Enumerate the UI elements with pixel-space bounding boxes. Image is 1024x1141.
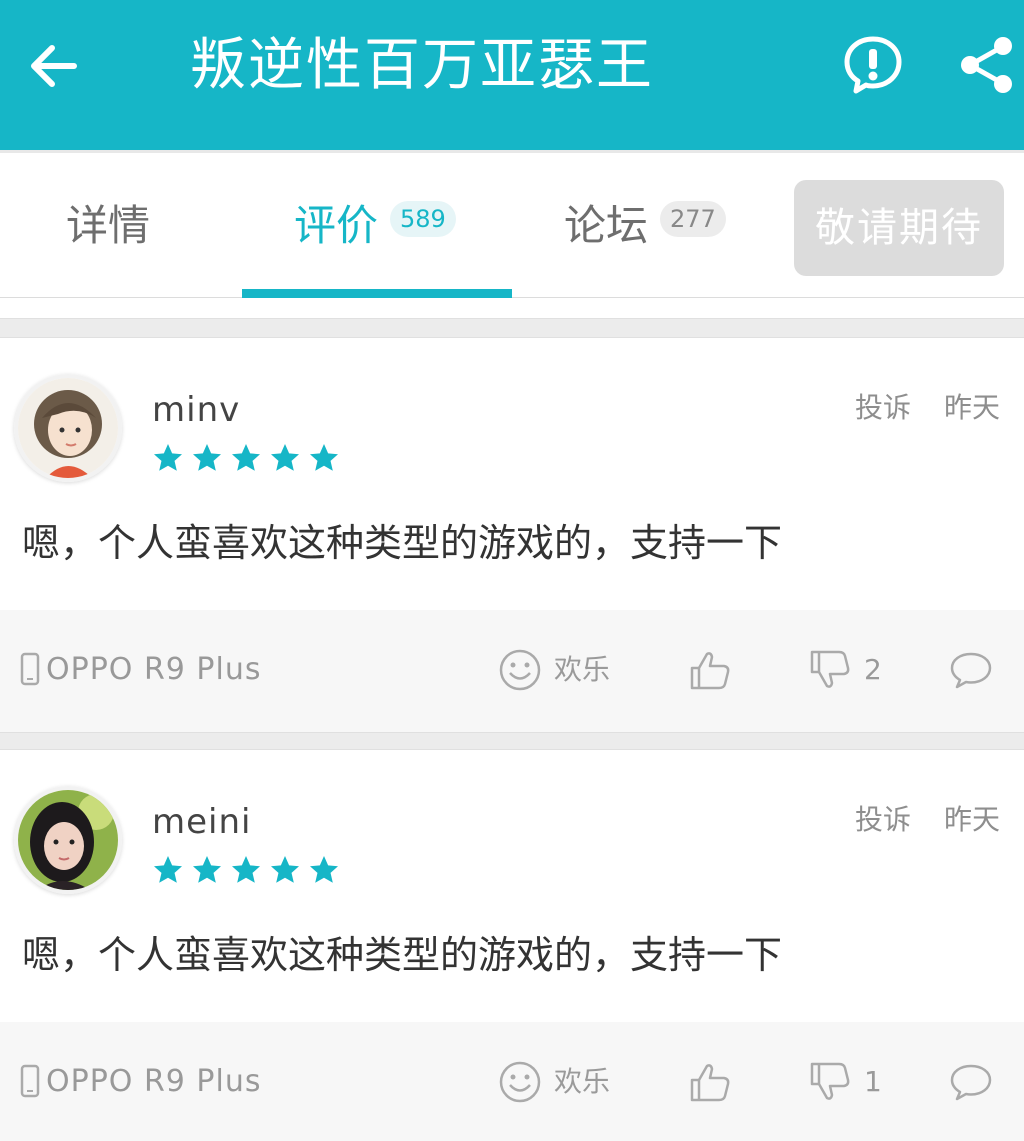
review-content: 嗯，个人蛮喜欢这种类型的游戏的，支持一下 — [22, 521, 783, 565]
thumbs-up-icon[interactable] — [688, 648, 732, 692]
coming-soon-button[interactable]: 敬请期待 — [794, 180, 1004, 276]
tab-label: 评价 — [294, 201, 379, 250]
username[interactable]: minv — [152, 388, 240, 432]
section-divider — [0, 732, 1024, 750]
phone-icon — [20, 1064, 40, 1098]
avatar[interactable] — [14, 786, 122, 894]
comment-icon[interactable] — [948, 650, 994, 690]
star-icon — [154, 444, 182, 471]
star-icon — [271, 856, 299, 883]
report-link[interactable]: 投诉 — [855, 388, 911, 428]
star-icon — [310, 856, 338, 883]
tab-label: 详情 — [66, 201, 151, 250]
device-name: OPPO R9 Plus — [46, 652, 262, 687]
thumbs-down-icon[interactable] — [808, 648, 852, 692]
mood-label[interactable]: 欢乐 — [554, 650, 610, 690]
star-icon — [232, 444, 260, 471]
star-icon — [310, 444, 338, 471]
forum-count-badge: 277 — [660, 201, 726, 237]
exclamation-icon[interactable] — [842, 34, 904, 96]
tab-reviews[interactable]: 评价 589 — [242, 153, 512, 299]
username[interactable]: meini — [152, 800, 251, 844]
star-icon — [154, 856, 182, 883]
timestamp: 昨天 — [944, 803, 1001, 836]
comment-icon[interactable] — [948, 1062, 994, 1102]
timestamp: 昨天 — [944, 391, 1001, 424]
back-arrow-icon[interactable] — [22, 34, 86, 98]
star-rating — [152, 442, 340, 476]
thumbs-down-icon[interactable] — [808, 1060, 852, 1104]
star-rating — [152, 854, 340, 888]
page-title: 叛逆性百万亚瑟王 — [190, 33, 654, 98]
app-header: 叛逆性百万亚瑟王 — [0, 0, 1024, 150]
review-footer: OPPO R9 Plus 欢乐 2 — [0, 610, 1024, 732]
star-icon — [193, 444, 221, 471]
star-icon — [232, 856, 260, 883]
smiley-icon[interactable] — [498, 1060, 542, 1104]
review-card: minv 投诉 昨天 嗯，个人蛮喜欢这种类型的游戏的，支持一下 — [0, 338, 1024, 610]
thumbs-up-icon[interactable] — [688, 1060, 732, 1104]
section-divider — [0, 318, 1024, 338]
review-count-badge: 589 — [390, 201, 456, 237]
review-content: 嗯，个人蛮喜欢这种类型的游戏的，支持一下 — [22, 933, 783, 977]
review-card: meini 投诉 昨天 嗯，个人蛮喜欢这种类型的游戏的，支持一下 — [0, 750, 1024, 1022]
star-icon — [271, 444, 299, 471]
tab-details[interactable]: 详情 — [0, 153, 242, 299]
star-icon — [193, 856, 221, 883]
mood-label[interactable]: 欢乐 — [554, 1062, 610, 1102]
dislike-count: 2 — [864, 653, 882, 686]
active-tab-indicator — [242, 289, 512, 298]
device-name: OPPO R9 Plus — [46, 1064, 262, 1099]
phone-icon — [20, 652, 40, 686]
report-link[interactable]: 投诉 — [855, 800, 911, 840]
smiley-icon[interactable] — [498, 648, 542, 692]
dislike-count: 1 — [864, 1065, 882, 1098]
tab-bar: 详情 评价 589 论坛 277 敬请期待 — [0, 150, 1024, 298]
avatar[interactable] — [14, 374, 122, 482]
tab-label: 论坛 — [564, 201, 649, 250]
share-icon[interactable] — [956, 34, 1018, 96]
tab-forum[interactable]: 论坛 277 — [512, 153, 782, 299]
review-footer: OPPO R9 Plus 欢乐 1 — [0, 1022, 1024, 1141]
